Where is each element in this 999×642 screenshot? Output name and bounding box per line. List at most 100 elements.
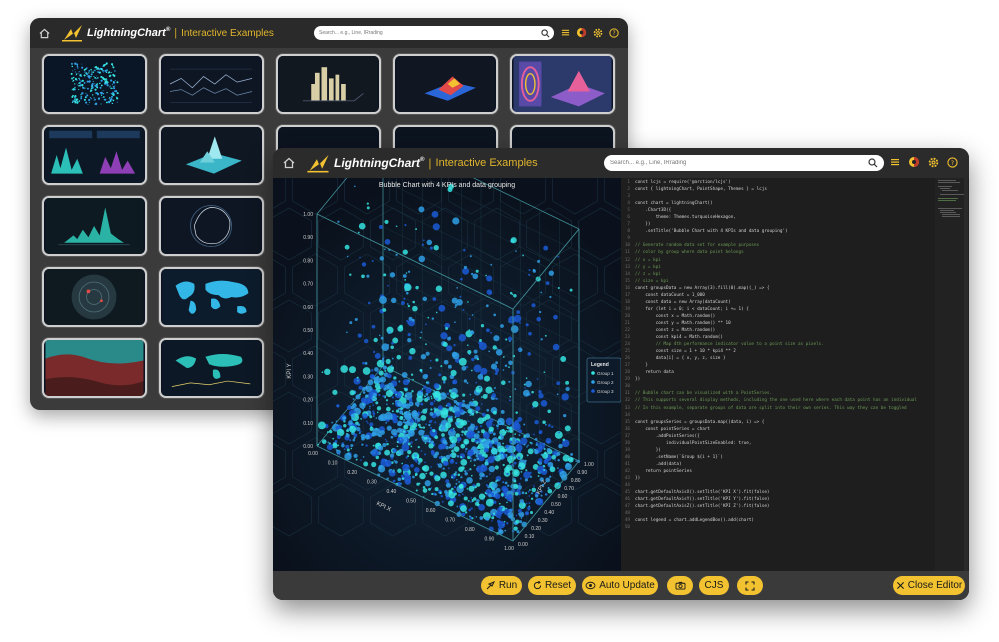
- code-line[interactable]: 16 const groupsData = new Array(3).fill(0…: [621, 285, 969, 292]
- code-line[interactable]: 38 individualPointSizeEnabled: true,: [621, 440, 969, 447]
- thumbnail-city-bars-3d[interactable]: [276, 54, 381, 114]
- search-icon[interactable]: [541, 28, 550, 38]
- help-icon[interactable]: ?: [609, 27, 619, 38]
- code-line[interactable]: 1 const lcjs = require('@arction/lcjs'): [621, 179, 969, 186]
- code-line[interactable]: 14 // z = kpi: [621, 271, 969, 278]
- code-line[interactable]: 30: [621, 383, 969, 390]
- code-line[interactable]: 39 }): [621, 447, 969, 454]
- code-line[interactable]: 34: [621, 412, 969, 419]
- code-line[interactable]: 17 const dataCount = 1_000: [621, 292, 969, 299]
- code-line[interactable]: 9: [621, 235, 969, 242]
- chart-legend[interactable]: Legend Group 1 Group 2 Group 3: [586, 357, 621, 403]
- code-line[interactable]: 47 chart.getDefaultAxisZ().setTitle('KPI …: [621, 503, 969, 510]
- screenshot-button[interactable]: [667, 576, 693, 595]
- code-line[interactable]: 24 // Map 4th performance indicator valu…: [621, 341, 969, 348]
- auto-update-button[interactable]: Auto Update: [582, 576, 658, 595]
- search-input[interactable]: [319, 30, 541, 36]
- reset-label: Reset: [544, 580, 572, 591]
- thumbnail-dashboard[interactable]: [42, 125, 147, 185]
- code-line[interactable]: 36 const pointSeries = chart: [621, 426, 969, 433]
- thumbnail-map-lines[interactable]: [159, 338, 264, 398]
- theme-icon[interactable]: [908, 156, 920, 168]
- code-line[interactable]: 5 .Chart3D({: [621, 207, 969, 214]
- code-line[interactable]: 41 .add(data): [621, 461, 969, 468]
- thumbnail-polar[interactable]: [159, 196, 264, 256]
- code-line[interactable]: 25 const size = 1 + 10 * kpi4 ** 2: [621, 348, 969, 355]
- settings-icon[interactable]: [928, 157, 939, 168]
- thumbnail-bars-3d[interactable]: [42, 196, 147, 256]
- cjs-button[interactable]: CJS: [699, 576, 729, 595]
- code-line[interactable]: 26 data[i] = { x, y, z, size }: [621, 355, 969, 362]
- search-input[interactable]: [610, 160, 868, 166]
- bubble-point: [420, 414, 427, 421]
- code-line[interactable]: 35 const groupsSeries = groupsData.map((d…: [621, 419, 969, 426]
- bubble-point: [457, 441, 460, 443]
- code-line[interactable]: 4 const chart = lightningChart(): [621, 200, 969, 207]
- bubble-chart-3d[interactable]: 0.00 0.10 0.20 0.30 0.40 0.50 0.60 0.70 0.80 0.90…: [273, 178, 621, 571]
- theme-icon[interactable]: [576, 27, 587, 38]
- code-line[interactable]: 23 const kpi4 = Math.random(): [621, 334, 969, 341]
- code-line[interactable]: 7 }): [621, 221, 969, 228]
- run-button[interactable]: Run: [481, 576, 522, 595]
- list-icon[interactable]: [890, 157, 900, 167]
- code-line[interactable]: 13 // y = kpi: [621, 264, 969, 271]
- code-line[interactable]: 31 // Bubble chart can be visualized with…: [621, 390, 969, 397]
- thumbnail-surface-mesh[interactable]: [159, 125, 264, 185]
- home-icon[interactable]: [281, 155, 297, 171]
- code-line[interactable]: 6 theme: Themes.turquoiseHexagon,: [621, 214, 969, 221]
- thumbnail-world-map[interactable]: [159, 267, 264, 327]
- code-line[interactable]: 29}): [621, 376, 969, 383]
- legend-item-group-2[interactable]: Group 2: [597, 380, 614, 385]
- line-number: 32: [624, 398, 630, 404]
- thumbnail-surface-3d[interactable]: [393, 54, 498, 114]
- code-line[interactable]: 37 .addPointSeries({: [621, 433, 969, 440]
- code-line[interactable]: 18 const data = new Array(dataCount): [621, 299, 969, 306]
- legend-item-group-3[interactable]: Group 3: [597, 389, 614, 394]
- code-line[interactable]: 42 return pointSeries: [621, 468, 969, 475]
- code-line[interactable]: 40 .setName(`Group ${i + 1}`): [621, 454, 969, 461]
- settings-icon[interactable]: [593, 28, 603, 38]
- bubble-point: [369, 422, 374, 427]
- code-line[interactable]: 10 // Generate random data set for exampl…: [621, 242, 969, 249]
- code-line[interactable]: 50: [621, 524, 969, 531]
- code-line[interactable]: 33 // In this example, separate groups of…: [621, 405, 969, 412]
- code-line[interactable]: 49 const legend = chart.addLegendBox().ad…: [621, 517, 969, 524]
- code-line[interactable]: 2 const { lightningChart, PointShape, The…: [621, 186, 969, 193]
- chart-panel[interactable]: 0.00 0.10 0.20 0.30 0.40 0.50 0.60 0.70 0.80 0.90…: [273, 178, 621, 571]
- search-field[interactable]: [314, 26, 554, 40]
- code-line[interactable]: 27 }: [621, 362, 969, 369]
- code-line[interactable]: 32 // This supports several display metho…: [621, 397, 969, 404]
- code-line[interactable]: 12 // x = kpi: [621, 257, 969, 264]
- code-line[interactable]: 22 const z = Math.random(): [621, 327, 969, 334]
- search-field[interactable]: [604, 155, 884, 171]
- legend-item-group-1[interactable]: Group 1: [597, 371, 614, 376]
- code-line[interactable]: 20 const x = Math.random(): [621, 313, 969, 320]
- thumbnail-scatter-3d[interactable]: [42, 54, 147, 114]
- editor-scrollbar[interactable]: [964, 178, 968, 571]
- close-editor-button[interactable]: Close Editor: [893, 576, 965, 595]
- home-icon[interactable]: [36, 25, 52, 41]
- thumbnail-heatmap-map[interactable]: [42, 338, 147, 398]
- fullscreen-button[interactable]: [737, 576, 763, 595]
- thumbnail-line-series[interactable]: [159, 54, 264, 114]
- code-line[interactable]: 45 chart.getDefaultAxisX().setTitle('KPI …: [621, 489, 969, 496]
- code-line[interactable]: 21 const y = Math.random() ** 10: [621, 320, 969, 327]
- code-lines[interactable]: 1 const lcjs = require('@arction/lcjs') 2 c…: [621, 178, 969, 531]
- thumbnail-radar[interactable]: [42, 267, 147, 327]
- code-line[interactable]: 48: [621, 510, 969, 517]
- code-line[interactable]: 19 for (let i = 0; i < dataCount; i += 1…: [621, 306, 969, 313]
- code-line[interactable]: 43}): [621, 475, 969, 482]
- help-icon[interactable]: ?: [947, 156, 958, 168]
- thumbnail-heatmap-surface[interactable]: [510, 54, 615, 114]
- code-line[interactable]: 46 chart.getDefaultAxisY().setTitle('KPI …: [621, 496, 969, 503]
- code-line[interactable]: 28 return data: [621, 369, 969, 376]
- code-editor[interactable]: 1 const lcjs = require('@arction/lcjs') 2 c…: [621, 178, 969, 571]
- code-line[interactable]: 11 // color by group where data point bel…: [621, 249, 969, 256]
- search-icon[interactable]: [868, 158, 878, 168]
- code-line[interactable]: 15 // size = kpi: [621, 278, 969, 285]
- code-line[interactable]: 44: [621, 482, 969, 489]
- code-line[interactable]: 3: [621, 193, 969, 200]
- list-icon[interactable]: [561, 28, 570, 37]
- code-line[interactable]: 8 .setTitle('Bubble Chart with 4 KPIs an…: [621, 228, 969, 235]
- reset-button[interactable]: Reset: [528, 576, 576, 595]
